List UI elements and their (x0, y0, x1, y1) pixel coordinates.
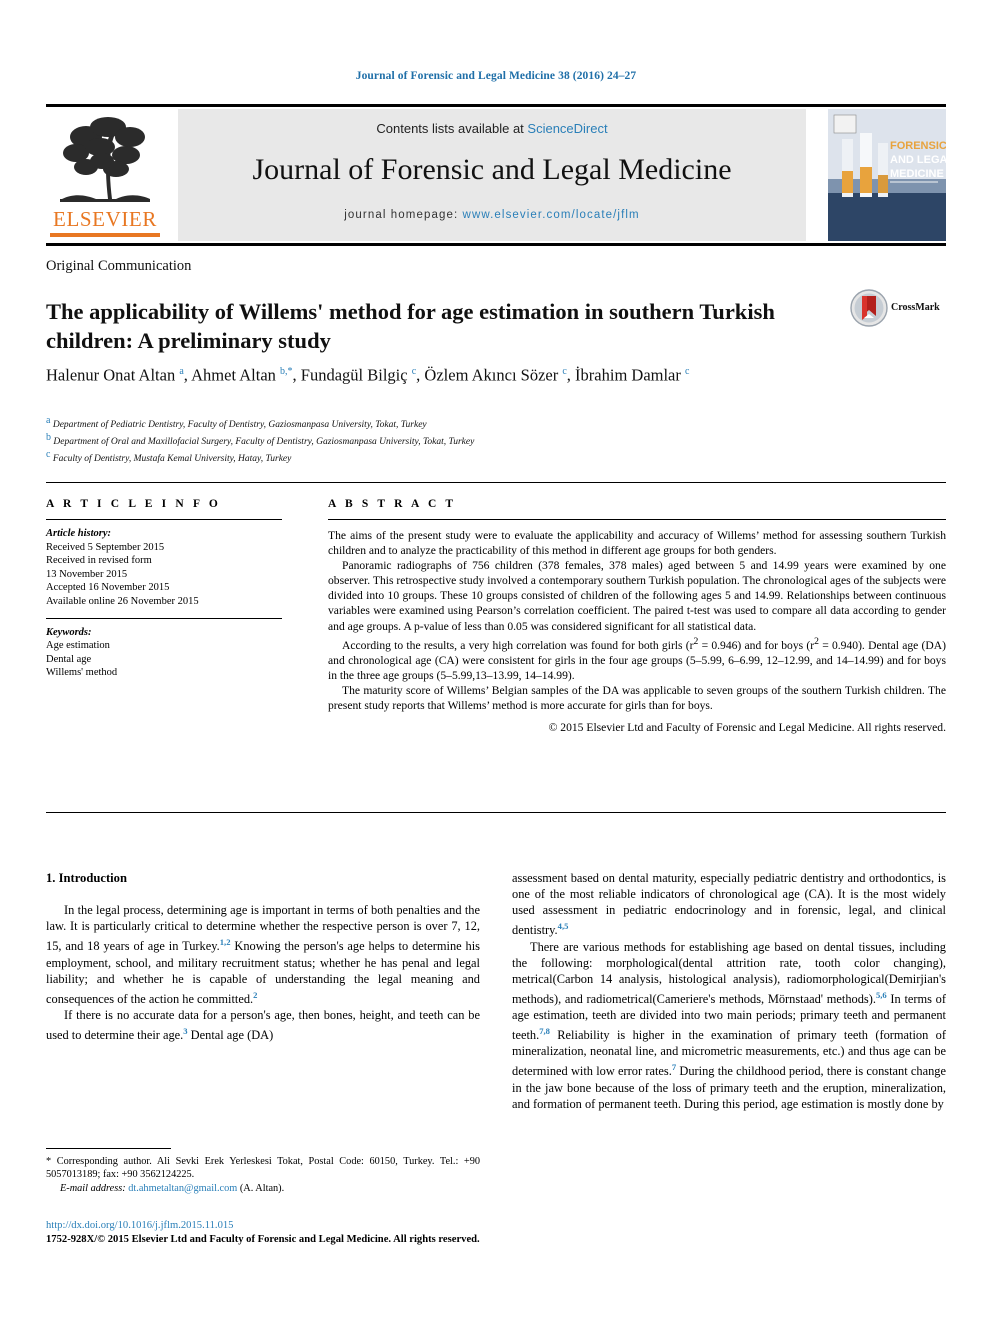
affiliation-item: a Department of Pediatric Dentistry, Fac… (46, 415, 427, 431)
crossmark-icon (850, 289, 888, 327)
doi-link[interactable]: http://dx.doi.org/10.1016/j.jflm.2015.11… (46, 1219, 516, 1233)
article-history-label: Article history: (46, 528, 112, 539)
keyword-item: Dental age (46, 653, 92, 665)
body-paragraph: There are various methods for establishi… (512, 939, 946, 1111)
corresponding-author-footnote: * Corresponding author. Ali Sevki Erek Y… (46, 1155, 480, 1195)
running-head: Journal of Forensic and Legal Medicine 3… (355, 70, 637, 82)
article-history-line: 13 November 2015 (46, 568, 128, 580)
abstract-rule (328, 519, 946, 520)
keyword-item: Willems' method (46, 667, 118, 679)
email-owner: (A. Altan). (239, 1182, 285, 1194)
elsevier-wordmark: ELSEVIER (53, 207, 157, 231)
body-paragraph: If there is no accurate data for a perso… (46, 1007, 480, 1043)
keywords-label: Keywords: (46, 626, 92, 638)
keyword-item: Age estimation (46, 640, 110, 652)
elsevier-tree-icon (60, 117, 150, 202)
sciencedirect-link[interactable]: ScienceDirect (527, 121, 607, 136)
article-info-rule-1 (46, 519, 282, 520)
body-paragraph: assessment based on dental maturity, esp… (512, 871, 946, 938)
affiliation-item: c Faculty of Dentistry, Mustafa Kemal Un… (46, 448, 292, 464)
body-paragraph: In the legal process, determining age is… (46, 903, 480, 1006)
article-history-lines: Received 5 September 2015 Received in rev… (46, 541, 282, 609)
email-address-label: E-mail address: (60, 1182, 126, 1194)
abstract-paragraph: Panoramic radiographs of 756 children (3… (328, 559, 946, 633)
crossmark-label: CrossMark (891, 302, 940, 313)
svg-text:AND LEGAL: AND LEGAL (890, 154, 946, 166)
contents-lists-line: Contents lists available at ScienceDirec… (178, 121, 806, 136)
section-heading-introduction: 1. Introduction (46, 871, 127, 885)
footnote-rule (46, 1148, 171, 1149)
homepage-prefix: journal homepage: (344, 209, 463, 221)
abstract-band-bottom-rule (46, 812, 946, 813)
issn-copyright-line: 1752-928X/© 2015 Elsevier Ltd and Facult… (46, 1234, 480, 1245)
abstract-paragraph: The aims of the present study were to ev… (328, 529, 946, 558)
affiliation-item: b Department of Oral and Maxillofacial S… (46, 431, 475, 447)
page-title: The applicability of Willems' method for… (46, 299, 775, 354)
keyword-lines: Age estimation Dental age Willems' method (46, 639, 282, 680)
right-column-paragraphs: assessment based on dental maturity, esp… (512, 870, 946, 1112)
abstract-column: A B S T R A C T The aims of the present … (328, 498, 946, 735)
article-info-heading: A R T I C L E I N F O (46, 498, 221, 510)
contents-prefix: Contents lists available at (376, 121, 528, 136)
masthead-center-panel: Contents lists available at ScienceDirec… (178, 109, 806, 241)
svg-text:FORENSIC: FORENSIC (890, 140, 946, 152)
abstract-paragraph: According to the results, a very high co… (328, 635, 947, 682)
left-column-paragraphs: In the legal process, determining age is… (46, 902, 480, 1043)
doi-footer: http://dx.doi.org/10.1016/j.jflm.2015.11… (46, 1219, 516, 1247)
abstract-heading: A B S T R A C T (328, 498, 457, 510)
homepage-url[interactable]: www.elsevier.com/locate/jflm (463, 209, 640, 221)
abstract-paragraph: The maturity score of Willems’ Belgian s… (328, 683, 946, 712)
journal-homepage-line: journal homepage: www.elsevier.com/locat… (178, 209, 806, 221)
corresponding-author-text: * Corresponding author. Ali Sevki Erek Y… (46, 1156, 480, 1181)
journal-masthead: ELSEVIER Contents lists available at Sci… (46, 104, 946, 246)
cover-artwork-icon: FORENSIC AND LEGAL MEDICINE (828, 109, 946, 241)
journal-title: Journal of Forensic and Legal Medicine (252, 153, 732, 186)
article-history-line: Received 5 September 2015 (46, 541, 165, 553)
article-info-column: A R T I C L E I N F O Article history: R… (46, 498, 282, 680)
article-page: Journal of Forensic and Legal Medicine 3… (0, 0, 992, 1323)
affiliation-list: a Department of Pediatric Dentistry, Fac… (46, 415, 846, 465)
elsevier-logo: ELSEVIER (46, 109, 164, 241)
crossmark-badge[interactable]: CrossMark (849, 288, 945, 334)
body-column-right: assessment based on dental maturity, esp… (512, 870, 946, 1112)
elsevier-underline (50, 233, 160, 237)
keywords-block: Keywords: Age estimation Dental age Willem… (46, 626, 282, 680)
abstract-band-top-rule (46, 482, 946, 483)
article-history-line: Available online 26 November 2015 (46, 595, 199, 607)
abstract-copyright: © 2015 Elsevier Ltd and Faculty of Foren… (548, 720, 946, 734)
email-link[interactable]: dt.ahmetaltan@gmail.com (128, 1183, 237, 1194)
article-history-line: Accepted 16 November 2015 (46, 582, 170, 594)
journal-cover-thumbnail: FORENSIC AND LEGAL MEDICINE (828, 109, 946, 241)
article-history-block: Article history: Received 5 September 20… (46, 527, 282, 609)
abstract-body: The aims of the present study were to ev… (328, 528, 946, 713)
article-history-line: Received in revised form (46, 555, 152, 567)
svg-text:MEDICINE: MEDICINE (890, 168, 944, 180)
article-info-rule-2 (46, 617, 282, 619)
body-column-left: 1. Introduction In the legal process, de… (46, 870, 480, 1043)
article-type-kicker: Original Communication (46, 258, 192, 274)
author-list: Halenur Onat Altan a, Ahmet Altan b,*, F… (46, 365, 690, 385)
